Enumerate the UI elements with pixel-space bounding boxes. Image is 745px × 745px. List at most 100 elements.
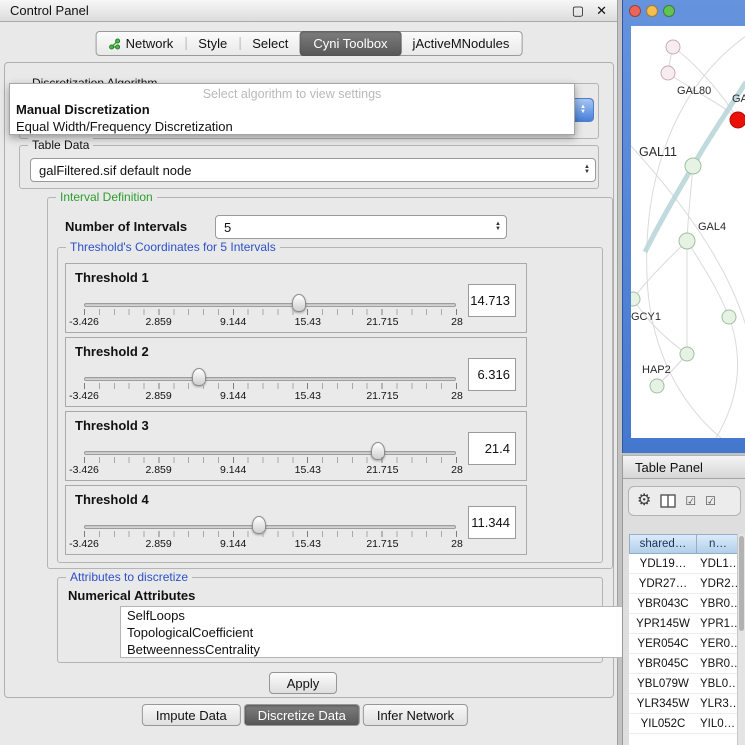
table-row[interactable]: YLR345W YLR3… (629, 694, 740, 714)
cell-shared-name[interactable]: YPR145W (629, 614, 697, 633)
combobox-stepper-icon[interactable]: ▲ ▼ (495, 222, 501, 232)
cell-name[interactable]: YER0… (697, 634, 740, 653)
number-of-intervals-value: 5 (224, 220, 231, 235)
cell-shared-name[interactable]: YLR345W (629, 694, 697, 713)
cell-name[interactable]: YPR1… (697, 614, 740, 633)
table-row[interactable]: YPR145W YPR1… (629, 614, 740, 634)
network-node[interactable] (685, 158, 701, 174)
cell-shared-name[interactable]: YIL052C (629, 714, 697, 733)
network-node[interactable] (722, 310, 736, 324)
column-header-name[interactable]: n… (697, 534, 740, 554)
slider-scale-labels: -3.426 2.859 9.144 15.43 21.715 28 (84, 316, 457, 329)
network-node[interactable] (650, 379, 664, 393)
down-arrow-icon: ▼ (584, 170, 590, 175)
table-row[interactable]: YBR045C YBR0… (629, 654, 740, 674)
table-data-combobox[interactable]: galFiltered.sif default node ▲ ▼ (30, 158, 596, 182)
table-row[interactable]: YER054C YER0… (629, 634, 740, 654)
table-row[interactable]: YBL079W YBL0… (629, 674, 740, 694)
tab-cyni-toolbox[interactable]: Cyni Toolbox (299, 31, 401, 56)
number-of-intervals-combobox[interactable]: 5 ▲ ▼ (215, 215, 507, 239)
threshold-1-value-field[interactable]: 14.713 (468, 284, 516, 317)
table-vertical-scrollbar[interactable] (737, 534, 745, 745)
node-label: GAL11 (639, 145, 677, 159)
cell-shared-name[interactable]: YDR27… (629, 574, 697, 593)
float-window-icon[interactable]: ▢ (572, 3, 584, 19)
cell-shared-name[interactable]: YBR045C (629, 654, 697, 673)
table-toolbar: ⚙ ☑ ☑ (628, 486, 741, 516)
scale-label: 9.144 (220, 464, 246, 476)
thresholds-group-label: Threshold's Coordinates for 5 Intervals (66, 240, 280, 254)
network-node[interactable] (661, 66, 675, 80)
apply-button[interactable]: Apply (269, 672, 337, 694)
scale-label: 21.715 (366, 464, 398, 476)
cell-shared-name[interactable]: YBL079W (629, 674, 697, 693)
interval-definition-group-label: Interval Definition (56, 190, 157, 204)
threshold-label: Threshold 3 (75, 418, 149, 433)
scrollbar-thumb[interactable] (739, 536, 744, 631)
slider-track[interactable] (84, 451, 456, 455)
list-item[interactable]: BetweennessCentrality (121, 641, 641, 658)
combobox-stepper-icon[interactable]: ▲ ▼ (584, 165, 590, 175)
close-traffic-icon[interactable] (629, 5, 641, 17)
network-node[interactable] (680, 347, 694, 361)
cell-name[interactable]: YDR2… (697, 574, 740, 593)
numerical-attributes-list[interactable]: SelfLoops TopologicalCoefficient Between… (120, 606, 642, 658)
cell-name[interactable]: YDL1… (697, 554, 740, 573)
slider-track[interactable] (84, 525, 456, 529)
dropdown-option-equal-width[interactable]: Equal Width/Frequency Discretization (10, 118, 574, 135)
window-traffic-lights (629, 5, 675, 17)
cell-shared-name[interactable]: YDL19… (629, 554, 697, 573)
columns-icon[interactable] (660, 494, 676, 508)
threshold-2-value-field[interactable]: 6.316 (468, 358, 516, 391)
slider-scale-labels: -3.426 2.859 9.144 15.43 21.715 28 (84, 464, 457, 477)
network-node[interactable] (631, 292, 640, 306)
table-row[interactable]: YBR043C YBR0… (629, 594, 740, 614)
slider-track[interactable] (84, 377, 456, 381)
threshold-3-value-field[interactable]: 21.4 (468, 432, 516, 465)
selected-red-node[interactable] (730, 112, 745, 128)
checkbox-icon[interactable]: ☑ (685, 495, 696, 507)
tab-network[interactable]: Network (97, 32, 186, 55)
down-arrow-icon: ▼ (495, 227, 501, 232)
threshold-label: Threshold 4 (75, 492, 149, 507)
cell-name[interactable]: YLR3… (697, 694, 740, 713)
tab-impute-data[interactable]: Impute Data (142, 704, 241, 726)
tab-style[interactable]: Style (186, 32, 239, 55)
gear-icon[interactable]: ⚙ (637, 493, 651, 509)
tab-jactivemnodules[interactable]: jActiveMNodules (401, 32, 522, 55)
cell-name[interactable]: YBR0… (697, 654, 740, 673)
tab-infer-network[interactable]: Infer Network (363, 704, 468, 726)
slider-track[interactable] (84, 303, 456, 307)
checkbox-icon[interactable]: ☑ (705, 495, 716, 507)
scale-label: 21.715 (366, 316, 398, 328)
scale-label: 28 (451, 464, 463, 476)
cell-name[interactable]: YIL0… (697, 714, 740, 733)
network-node[interactable] (666, 40, 680, 54)
table-row[interactable]: YDR27… YDR2… (629, 574, 740, 594)
minimize-traffic-icon[interactable] (646, 5, 658, 17)
application-window: Control Panel ▢ ✕ Network Style (0, 0, 745, 745)
table-row[interactable]: YIL052C YIL0… (629, 714, 740, 734)
table-row[interactable]: YDL19… YDL1… (629, 554, 740, 574)
column-header-shared-name[interactable]: shared… (629, 534, 697, 554)
close-icon[interactable]: ✕ (596, 3, 607, 19)
list-item[interactable]: TopologicalCoefficient (121, 624, 641, 641)
network-node[interactable] (679, 233, 695, 249)
tab-select[interactable]: Select (240, 32, 300, 55)
slider-tick-marks (84, 531, 457, 537)
scale-label: 15.43 (295, 538, 321, 550)
combobox-stepper-icon[interactable]: ▲ ▼ (572, 98, 594, 122)
tab-discretize-data[interactable]: Discretize Data (244, 704, 360, 726)
cell-shared-name[interactable]: YBR043C (629, 594, 697, 613)
control-panel-titlebar: Control Panel ▢ ✕ (0, 0, 617, 22)
network-canvas[interactable]: GAL80 GA GAL11 GAL4 GCY1 HAP2 (631, 26, 745, 438)
zoom-traffic-icon[interactable] (663, 5, 675, 17)
scale-label: 2.859 (145, 538, 171, 550)
cell-name[interactable]: YBR0… (697, 594, 740, 613)
threshold-4-value-field[interactable]: 11.344 (468, 506, 516, 539)
list-item[interactable]: SelfLoops (121, 607, 641, 624)
threshold-label: Threshold 1 (75, 270, 149, 285)
dropdown-option-manual[interactable]: Manual Discretization (10, 101, 574, 118)
cell-shared-name[interactable]: YER054C (629, 634, 697, 653)
cell-name[interactable]: YBL0… (697, 674, 740, 693)
